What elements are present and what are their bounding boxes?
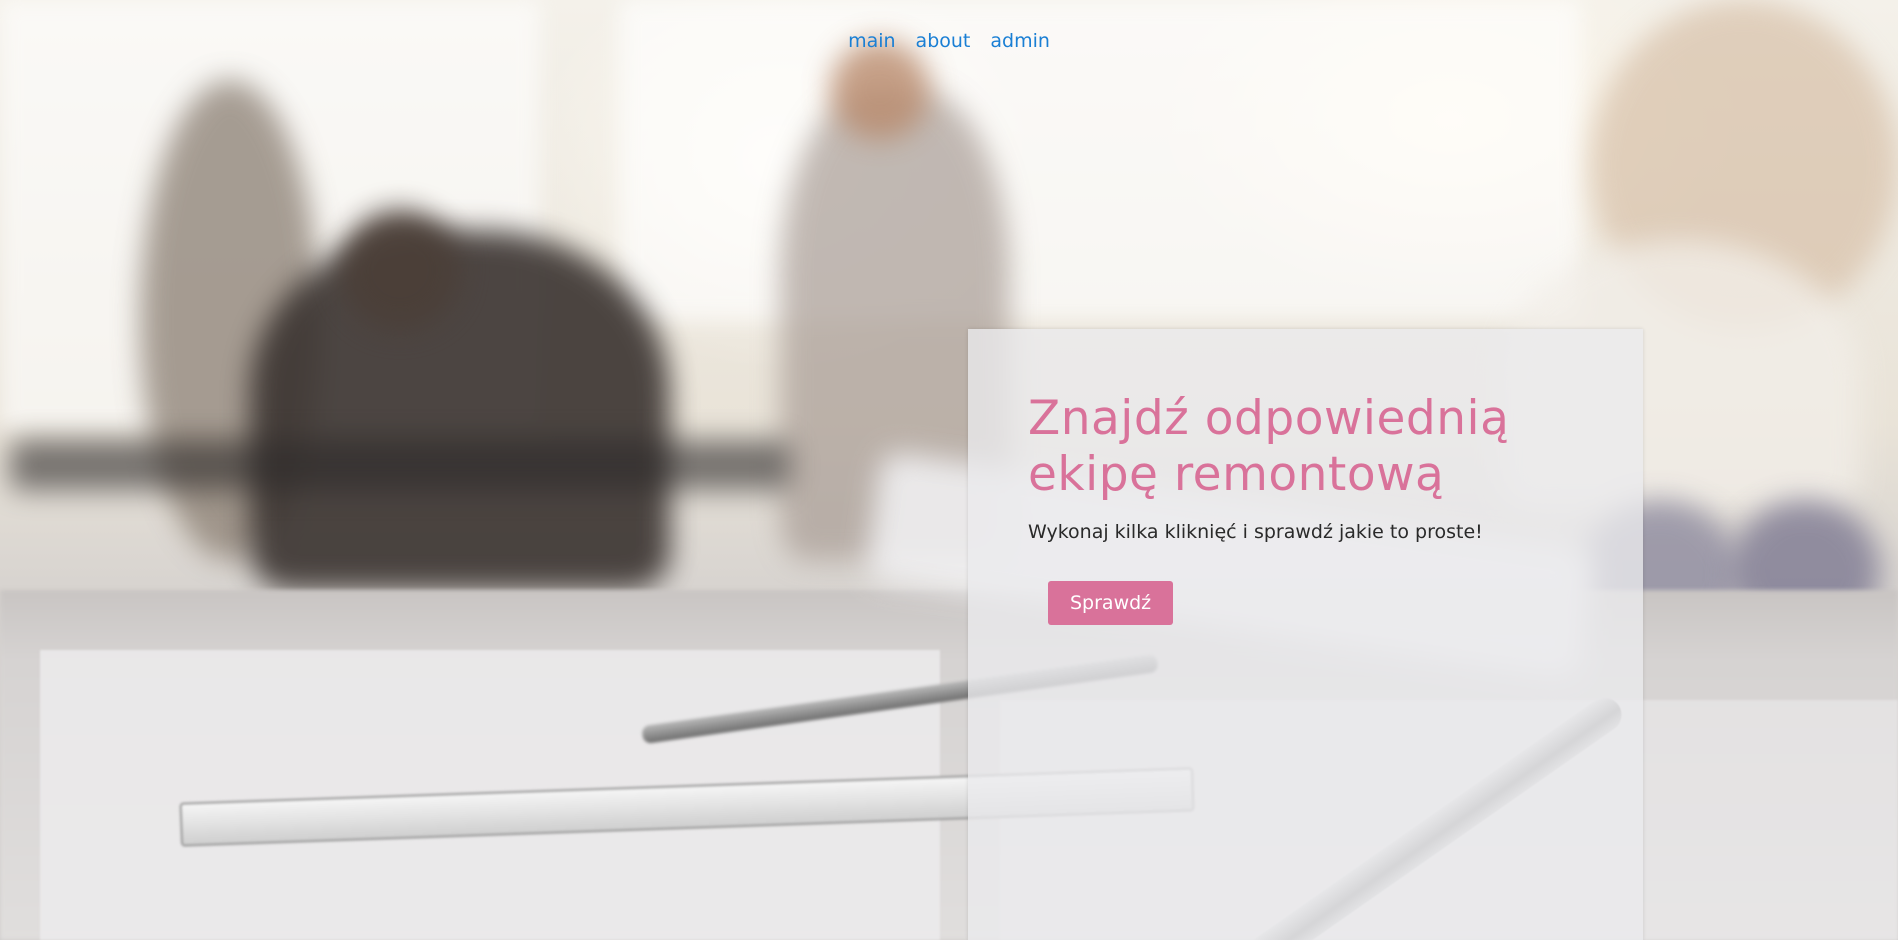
hero-card: Znajdź odpowiednią ekipę remontową Wykon… bbox=[968, 329, 1643, 940]
nav-link-about[interactable]: about bbox=[916, 30, 971, 52]
hero-subtitle: Wykonaj kilka kliknięć i sprawdź jakie t… bbox=[1028, 521, 1483, 543]
top-nav: main about admin bbox=[0, 30, 1898, 52]
hero-title: Znajdź odpowiednią ekipę remontową bbox=[1028, 391, 1510, 502]
nav-link-admin[interactable]: admin bbox=[990, 30, 1050, 52]
nav-link-main[interactable]: main bbox=[848, 30, 895, 52]
check-button[interactable]: Sprawdź bbox=[1048, 581, 1174, 625]
